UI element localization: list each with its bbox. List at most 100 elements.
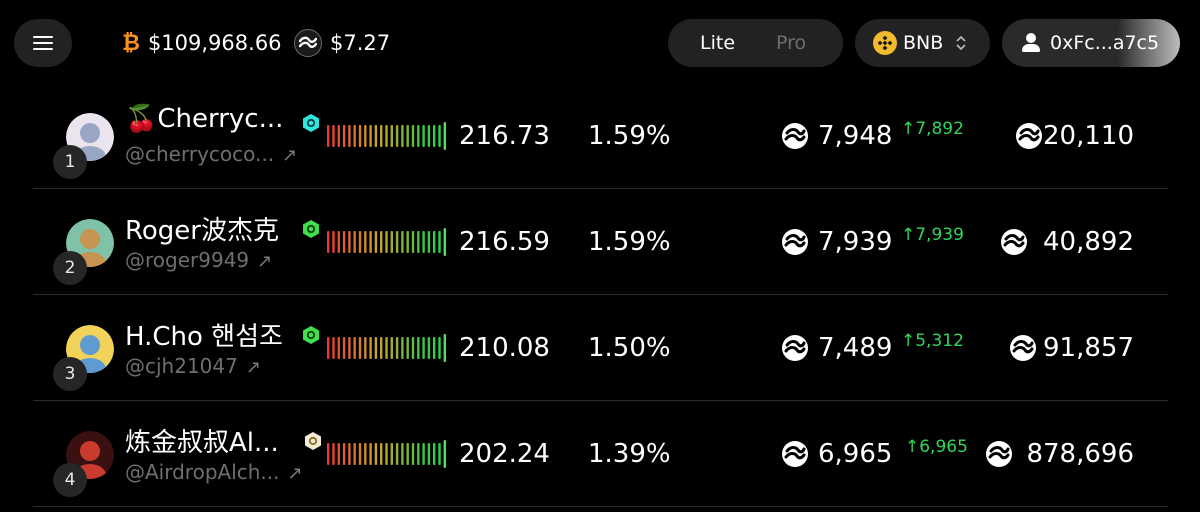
meter-bar (369, 231, 372, 253)
points-delta: ↑5,312 (901, 331, 964, 351)
rank-badge: 1 (53, 145, 87, 179)
meter-bar (332, 231, 335, 253)
meter-bar (401, 443, 404, 465)
external-link-icon: ↗ (245, 357, 261, 378)
mindshare-score: 216.59 (459, 227, 550, 257)
meter-bar (358, 443, 362, 465)
token-coin-icon (782, 123, 808, 149)
meter-bar (417, 125, 420, 147)
meter-bar (401, 125, 404, 147)
token-coin-icon (782, 441, 808, 467)
user-name[interactable]: Roger波杰克 (125, 210, 279, 247)
points-value: 7,939 (818, 227, 893, 257)
external-link-icon: ↗ (287, 463, 303, 484)
points-value: 6,965 (818, 439, 893, 469)
meter-bar (327, 231, 330, 253)
mindshare-score: 210.08 (459, 333, 550, 363)
meter-bar (342, 337, 346, 359)
wallet-button[interactable]: 0xFc...a7c5 (1002, 19, 1180, 67)
external-link-icon: ↗ (257, 251, 273, 272)
meter-bar (406, 337, 409, 359)
points-delta: ↑7,892 (901, 119, 964, 139)
leaderboard-row[interactable]: 1 🍒Cherryc... @cherrycoco... ↗ 216.73 1.59% 7,… (0, 86, 1200, 192)
meter-bar (380, 337, 383, 359)
mode-pro-option[interactable]: Pro (776, 19, 806, 67)
mindshare-percent: 1.59% (588, 227, 671, 257)
menu-button[interactable] (14, 19, 72, 67)
meter-bar (337, 443, 340, 465)
meter-bar (390, 231, 393, 253)
meter-bar (443, 228, 446, 256)
user-name[interactable]: H.Cho 핸섬조 (125, 316, 283, 353)
verified-hex-badge-icon (302, 113, 320, 133)
token-coin-icon (782, 229, 808, 255)
meter-bar (406, 231, 409, 253)
token-coin-icon (986, 441, 1012, 467)
meter-bar (438, 443, 441, 465)
meter-bar (406, 125, 409, 147)
chain-selector[interactable]: BNB (855, 19, 990, 67)
meter-bar (353, 125, 356, 147)
meter-bar (395, 337, 399, 359)
user-handle-link[interactable]: @roger9949 ↗ (125, 248, 272, 272)
meter-bar (395, 443, 399, 465)
meter-bar (433, 125, 436, 147)
chain-label: BNB (903, 32, 944, 54)
token-price: $7.27 (294, 27, 390, 59)
meter-bar (401, 231, 404, 253)
meter-bar (337, 337, 340, 359)
meter-bar (385, 443, 388, 465)
user-handle-link[interactable]: @cjh21047 ↗ (125, 354, 261, 378)
row-divider (33, 294, 1168, 295)
token-coin-icon (1016, 123, 1042, 149)
meter-bar (380, 231, 383, 253)
meter-bar (422, 125, 425, 147)
meter-bar (369, 337, 372, 359)
meter-bar (427, 125, 431, 147)
row-divider (33, 400, 1168, 401)
meter-bar (353, 337, 356, 359)
mode-lite-option[interactable]: Lite (700, 19, 735, 67)
meter-bar (443, 122, 446, 150)
meter-bar (327, 337, 330, 359)
meter-bar (411, 125, 415, 147)
verified-hex-badge-icon (302, 325, 320, 345)
external-link-icon: ↗ (282, 145, 298, 166)
meter-bar (327, 125, 330, 147)
meter-bar (332, 443, 335, 465)
mode-toggle: Lite Pro (668, 19, 843, 67)
meter-bar (348, 125, 351, 147)
points-delta: ↑6,965 (905, 437, 968, 457)
meter-bar (411, 231, 415, 253)
leaderboard-row[interactable]: 4 炼金叔叔Al... @AirdropAlch... ↗ 202.24 1.39% 6,9… (0, 404, 1200, 510)
user-handle-link[interactable]: @AirdropAlch... ↗ (125, 460, 303, 484)
meter-bar (395, 125, 399, 147)
meter-bar (422, 337, 425, 359)
user-handle: @AirdropAlch... (125, 460, 280, 484)
user-name[interactable]: 🍒Cherryc... (125, 104, 283, 134)
token-coin-icon (782, 335, 808, 361)
user-name[interactable]: 炼金叔叔Al... (125, 422, 279, 459)
meter-bar (438, 337, 441, 359)
meter-bar (385, 231, 388, 253)
points-value: 7,948 (818, 121, 893, 151)
rank-badge: 3 (53, 357, 87, 391)
wallet-address: 0xFc...a7c5 (1050, 32, 1160, 54)
meter-bar (369, 125, 372, 147)
token-icon (294, 29, 322, 57)
meter-bar (390, 443, 393, 465)
meter-bar (327, 443, 330, 465)
user-handle-link[interactable]: @cherrycoco... ↗ (125, 142, 297, 166)
meter-bar (433, 443, 436, 465)
user-handle: @cjh21047 (125, 354, 238, 378)
verified-hex-badge-icon (302, 219, 320, 239)
meter-bar (422, 443, 425, 465)
leaderboard-row[interactable]: 2 Roger波杰克 @roger9949 ↗ 216.59 1.59% 7,939 ↑7,9… (0, 192, 1200, 298)
points-value: 7,489 (818, 333, 893, 363)
meter-bar (385, 125, 388, 147)
meter-bar (443, 440, 446, 468)
meter-bar (411, 337, 415, 359)
leaderboard-row[interactable]: 3 H.Cho 핸섬조 @cjh21047 ↗ 210.08 1.50% 7,489 ↑5,3… (0, 298, 1200, 404)
meter-bar (385, 337, 388, 359)
rank-badge: 4 (53, 463, 87, 497)
